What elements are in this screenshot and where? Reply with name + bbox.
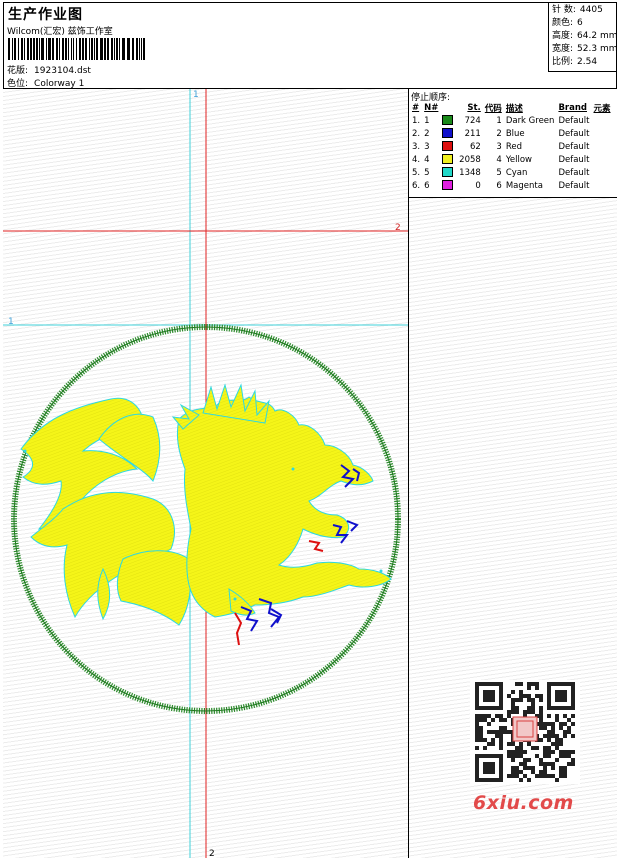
design-value: 1923104.dst	[34, 66, 91, 76]
row-swatch	[440, 166, 455, 179]
row-element	[592, 114, 613, 127]
row-code: 6	[496, 180, 502, 191]
col-number: N#	[424, 102, 439, 113]
row-code: 5	[496, 167, 502, 178]
col-description: 描述	[505, 103, 523, 114]
row-index: 3.	[412, 141, 421, 152]
row-index: 5.	[412, 167, 421, 178]
stat-stitches: 针 数: 4405	[552, 5, 603, 15]
row-code: 2	[496, 128, 502, 139]
col-code: 代码	[484, 103, 502, 114]
row-stitches: 1348	[459, 167, 481, 178]
row-code: 3	[496, 141, 502, 152]
row-description: Magenta	[505, 180, 543, 191]
guide-label-right: 2	[395, 223, 401, 233]
row-code: 1	[496, 115, 502, 126]
row-description: Red	[505, 141, 522, 152]
qr-code	[470, 680, 580, 784]
stat-height: 高度: 64.2 mm	[552, 31, 618, 41]
row-brand: Default	[558, 154, 590, 165]
row-index: 6.	[412, 180, 421, 191]
embroidery-canvas: 1 2 2 1	[3, 89, 408, 858]
color-sequence-table: # N# St. 代码 描述 Brand 元素 1. 1 724 1 Dark Gree…	[410, 101, 613, 192]
color-swatch	[442, 180, 454, 191]
table-header-row: # N# St. 代码 描述 Brand 元素	[410, 101, 613, 114]
row-element	[592, 166, 613, 179]
stop-sequence-panel: 停止顺序: # N# St. 代码 描述 Brand 元素 1. 1 724 1 Dar…	[409, 89, 617, 198]
col-brand: Brand	[558, 102, 587, 113]
guide-label-left: 1	[8, 317, 14, 327]
row-stitches: 0	[475, 180, 481, 191]
stat-width: 宽度: 52.3 mm	[552, 44, 618, 54]
colorway-label: 色位:	[7, 79, 29, 89]
row-index: 4.	[412, 154, 421, 165]
table-row: 6. 6 0 6 Magenta Default	[410, 179, 613, 192]
colorway-field: 色位: Colorway 1	[7, 76, 84, 89]
row-brand: Default	[558, 128, 590, 139]
stat-colors: 颜色: 6	[552, 18, 583, 28]
row-number: 2	[424, 128, 430, 139]
color-swatch	[442, 154, 454, 165]
table-row: 2. 2 211 2 Blue Default	[410, 127, 613, 140]
col-index: #	[412, 102, 420, 113]
row-brand: Default	[558, 167, 590, 178]
row-stitches: 62	[469, 141, 481, 152]
right-panel: 停止顺序: # N# St. 代码 描述 Brand 元素 1. 1 724 1 Dar…	[409, 89, 617, 858]
table-row: 5. 5 1348 5 Cyan Default	[410, 166, 613, 179]
company-name: Wilcom(汇宏) 兹饰工作室	[7, 27, 113, 37]
row-element	[592, 179, 613, 192]
row-swatch	[440, 179, 455, 192]
row-description: Cyan	[505, 167, 528, 178]
row-description: Blue	[505, 128, 525, 139]
col-stitches: St.	[467, 102, 481, 113]
row-description: Yellow	[505, 154, 532, 165]
color-swatch	[442, 167, 454, 178]
guide-label-top: 1	[193, 90, 199, 100]
row-number: 4	[424, 154, 430, 165]
row-swatch	[440, 153, 455, 166]
row-stitches: 2058	[459, 154, 481, 165]
row-number: 6	[424, 180, 430, 191]
colorway-value: Colorway 1	[34, 79, 85, 89]
page-title: 生产作业图	[8, 7, 83, 23]
stat-scale: 比例: 2.54	[552, 57, 598, 67]
row-stitches: 724	[464, 115, 481, 126]
row-swatch	[440, 127, 455, 140]
row-number: 5	[424, 167, 430, 178]
header: 生产作业图 Wilcom(汇宏) 兹饰工作室 花版: 1923104.dst 色位…	[3, 2, 617, 89]
table-row: 1. 1 724 1 Dark Green Default	[410, 114, 613, 127]
row-brand: Default	[558, 180, 590, 191]
row-index: 2.	[412, 128, 421, 139]
color-swatch	[442, 115, 454, 126]
stats-panel: 针 数: 4405 颜色: 6 高度: 64.2 mm 宽度: 52.3 mm 比例: 2…	[548, 2, 617, 72]
row-element	[592, 127, 613, 140]
design-label: 花版:	[7, 66, 29, 76]
dragon-motif	[20, 383, 392, 626]
row-number: 3	[424, 141, 430, 152]
row-code: 4	[496, 154, 502, 165]
design-preview: 1 2 2 1	[3, 89, 409, 858]
row-stitches: 211	[464, 128, 481, 139]
barcode	[8, 38, 145, 60]
table-row: 4. 4 2058 4 Yellow Default	[410, 153, 613, 166]
row-element	[592, 153, 613, 166]
guide-label-bottom: 2	[209, 849, 215, 858]
color-swatch	[442, 128, 454, 139]
design-field: 花版: 1923104.dst	[7, 63, 91, 76]
watermark-logo: 6xiu.com	[473, 792, 574, 814]
table-row: 3. 3 62 3 Red Default	[410, 140, 613, 153]
row-brand: Default	[558, 115, 590, 126]
row-element	[592, 140, 613, 153]
row-swatch	[440, 114, 455, 127]
row-number: 1	[424, 115, 430, 126]
row-brand: Default	[558, 141, 590, 152]
color-swatch	[442, 141, 454, 152]
row-swatch	[440, 140, 455, 153]
row-description: Dark Green	[505, 115, 555, 126]
row-index: 1.	[412, 115, 421, 126]
col-element: 元素	[593, 103, 611, 114]
